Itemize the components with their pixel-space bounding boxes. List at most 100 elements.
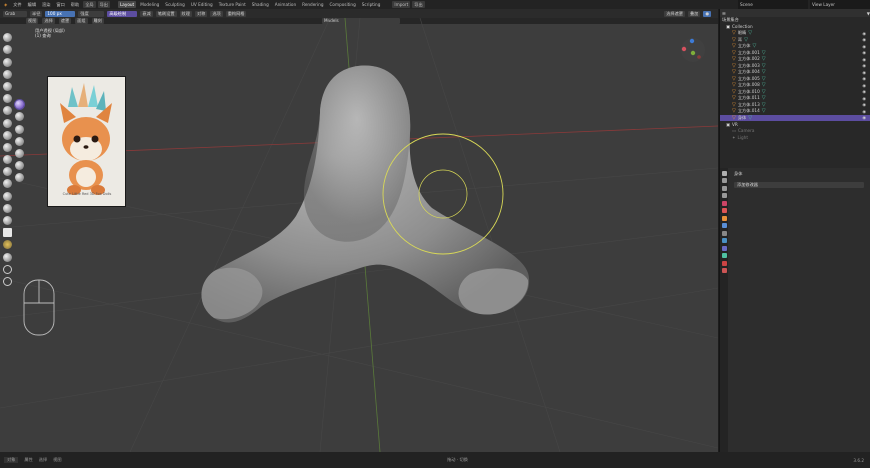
shading-dropdown[interactable]: 选择遮罩	[664, 10, 685, 17]
draw-sharp-brush-icon[interactable]	[3, 45, 12, 55]
clay-strips-brush-icon[interactable]	[3, 69, 12, 79]
menu-help[interactable]: 帮助	[69, 0, 81, 9]
visibility-eye-icon[interactable]: ◉	[862, 89, 866, 94]
view-layer-selector[interactable]: View Layer	[810, 0, 870, 9]
view-layer-tab-icon[interactable]	[721, 193, 727, 198]
status-select[interactable]: 选择	[39, 457, 47, 463]
visibility-eye-icon[interactable]: ◉	[862, 50, 866, 55]
advanced-paint-button[interactable]: 高级绘制	[107, 10, 138, 17]
menu-window[interactable]: 窗口	[54, 0, 66, 9]
fill-brush-icon[interactable]	[3, 167, 12, 177]
tab-layout[interactable]: Layout	[117, 1, 137, 8]
output-tab-icon[interactable]	[721, 185, 727, 191]
tab-uv-editing[interactable]: UV Editing	[189, 1, 215, 8]
tab-scripting[interactable]: Scripting	[360, 1, 383, 8]
visibility-eye-icon[interactable]: ◉	[862, 109, 866, 114]
clay-brush-icon[interactable]	[3, 57, 12, 67]
options-dropdown[interactable]: 选项	[210, 10, 223, 17]
blob-brush-icon[interactable]	[3, 118, 12, 128]
mode-button-2[interactable]: 导出	[97, 1, 110, 8]
visibility-eye-icon[interactable]: ◉	[862, 70, 866, 75]
tab-modeling[interactable]: Modeling	[138, 1, 161, 8]
layer-brush-icon[interactable]	[3, 94, 12, 104]
snake-hook-brush-icon[interactable]	[15, 124, 24, 134]
box-face-set-icon[interactable]	[3, 240, 12, 250]
elastic-brush-icon[interactable]	[15, 112, 24, 122]
crease-brush-icon[interactable]	[3, 130, 12, 140]
scene-selector[interactable]: Scene	[738, 0, 808, 9]
thumb-brush-icon[interactable]	[15, 136, 24, 146]
light-row[interactable]: ✦ Light	[720, 134, 870, 141]
mask-brush-icon[interactable]	[3, 216, 12, 225]
scrape-brush-icon[interactable]	[3, 179, 12, 189]
menu-render[interactable]: 渲染	[40, 0, 52, 9]
inflate-brush-icon[interactable]	[3, 106, 12, 116]
export-button[interactable]: 导出	[412, 1, 425, 8]
symmetry-dropdown[interactable]: 对称	[194, 10, 208, 17]
reference-image[interactable]: Cute Little Red 3D Fox Dolls	[47, 76, 126, 207]
radius-field[interactable]: 半径	[30, 10, 43, 17]
mesh-filter-icon[interactable]	[3, 252, 12, 262]
brush-settings-dropdown[interactable]: 笔刷设置	[155, 10, 177, 17]
material-tab-icon[interactable]	[721, 260, 727, 266]
multires-brush-icon[interactable]	[3, 191, 12, 201]
menu-file[interactable]: 文件	[11, 0, 23, 9]
scene-tab-icon[interactable]	[721, 200, 727, 206]
radius-value[interactable]: 100 px	[45, 10, 76, 17]
tab-rendering[interactable]: Rendering	[300, 1, 325, 8]
navigation-gizmo[interactable]	[680, 37, 706, 63]
add-modifier-button[interactable]: 添加修改器	[734, 182, 864, 188]
pose-brush-icon[interactable]	[15, 148, 24, 158]
physics-tab-icon[interactable]	[721, 238, 727, 243]
overlay-dropdown[interactable]: 叠加	[687, 10, 701, 17]
pinch-brush-icon[interactable]	[3, 203, 12, 213]
flatten-brush-icon[interactable]	[3, 155, 12, 165]
outliner-item[interactable]: ▽ 身体 ▽ ◉	[720, 114, 870, 121]
clay-thumb-brush-icon[interactable]	[3, 81, 12, 91]
visibility-eye-icon[interactable]: ◉	[862, 63, 866, 68]
status-view[interactable]: 视图	[53, 457, 61, 463]
status-properties[interactable]: 属性	[24, 457, 32, 463]
tab-shading[interactable]: Shading	[250, 1, 271, 8]
box-mask-icon[interactable]	[3, 228, 12, 238]
tab-animation[interactable]: Animation	[273, 1, 298, 8]
status-object[interactable]: 对象	[4, 457, 19, 463]
visibility-eye-icon[interactable]: ◉	[862, 96, 866, 101]
editor-type-icon[interactable]: ☰	[722, 11, 726, 16]
strength-field[interactable]: 强度	[78, 10, 105, 17]
visibility-eye-icon[interactable]: ◉	[862, 31, 866, 36]
mode-button-1[interactable]: 全局	[83, 1, 96, 8]
visibility-eye-icon[interactable]: ◉	[862, 115, 866, 120]
viewport-shading-solid-icon[interactable]: ●	[703, 10, 711, 17]
import-button[interactable]: Import	[392, 1, 411, 8]
remesh-dropdown[interactable]: 重构网格	[225, 10, 247, 17]
move-tool-icon[interactable]	[3, 264, 12, 274]
smooth-brush-icon[interactable]	[3, 142, 12, 152]
object-tab-icon[interactable]	[721, 215, 727, 221]
particles-tab-icon[interactable]	[721, 230, 727, 236]
grab-brush-icon[interactable]	[15, 100, 24, 110]
rotate-brush-icon[interactable]	[15, 173, 24, 183]
visibility-eye-icon[interactable]: ◉	[862, 44, 866, 49]
mode-dropdown[interactable]: Grab	[3, 10, 27, 17]
tab-texture-paint[interactable]: Texture Paint	[217, 1, 248, 8]
texture-dropdown[interactable]: 纹理	[179, 10, 192, 17]
blender-logo-icon[interactable]: ◈	[2, 0, 9, 9]
visibility-eye-icon[interactable]: ◉	[862, 76, 866, 81]
falloff-dropdown[interactable]: 衰减	[140, 10, 153, 17]
visibility-eye-icon[interactable]: ◉	[862, 37, 866, 42]
menu-edit[interactable]: 编辑	[26, 0, 38, 9]
world-tab-icon[interactable]	[721, 208, 727, 213]
tab-compositing[interactable]: Compositing	[328, 1, 358, 8]
nudge-brush-icon[interactable]	[15, 161, 24, 171]
visibility-eye-icon[interactable]: ◉	[862, 57, 866, 62]
texture-tab-icon[interactable]	[721, 268, 727, 273]
visibility-eye-icon[interactable]: ◉	[862, 83, 866, 88]
constraints-tab-icon[interactable]	[721, 245, 727, 251]
tool-tab-icon[interactable]	[721, 170, 727, 176]
data-tab-icon[interactable]	[721, 253, 727, 258]
draw-brush-icon[interactable]	[3, 33, 12, 43]
annotate-tool-icon[interactable]	[3, 276, 12, 286]
tab-sculpting[interactable]: Sculpting	[163, 1, 187, 8]
visibility-eye-icon[interactable]: ◉	[862, 102, 866, 107]
